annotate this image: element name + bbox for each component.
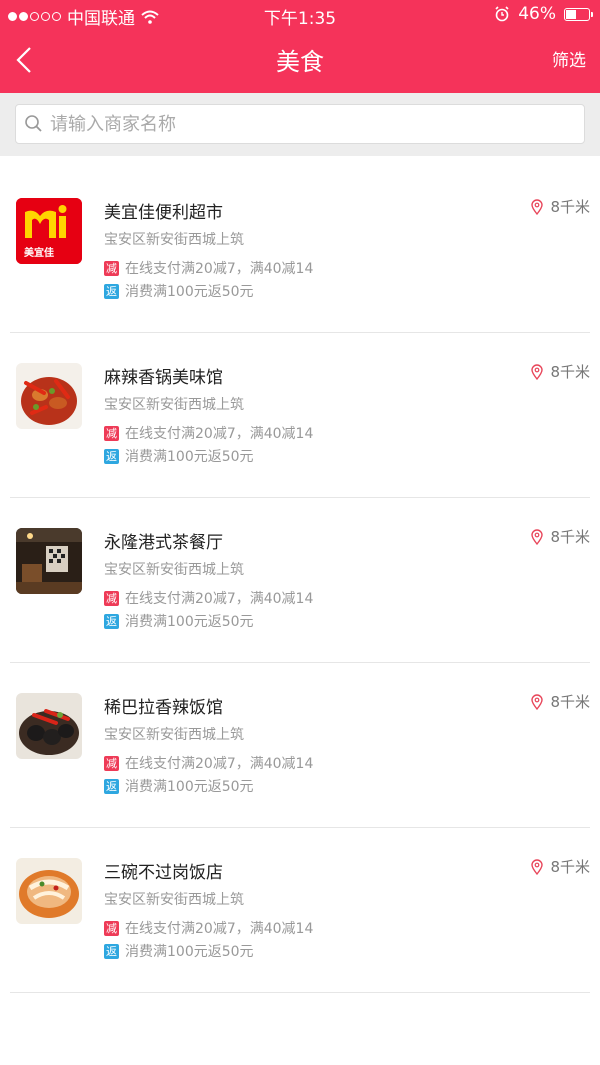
rebate-text: 消费满100元返50元: [125, 449, 254, 465]
discount-text: 在线支付满20减7，满40减14: [125, 261, 314, 277]
store-address: 宝安区新安街西城上筑: [104, 562, 244, 578]
store-address: 宝安区新安街西城上筑: [104, 892, 244, 908]
distance: 8千米: [530, 691, 590, 712]
discount-tag: 减: [104, 260, 119, 276]
distance: 8千米: [530, 196, 590, 217]
discount-row: 减 在线支付满20减7，满40减14: [104, 588, 313, 608]
rebate-tag: 返: [104, 943, 119, 959]
store-photo: [16, 528, 82, 594]
store-list: 美宜佳 美宜佳便利超市 宝安区新安街西城上筑 减 在线支付满20减7，满40减1…: [0, 168, 600, 993]
rebate-text: 消费满100元返50元: [125, 284, 254, 300]
discount-row: 减 在线支付满20减7，满40减14: [104, 918, 313, 938]
store-name: 永隆港式茶餐厅: [104, 533, 223, 553]
distance-text: 8千米: [550, 693, 590, 711]
store-address: 宝安区新安街西城上筑: [104, 232, 244, 248]
store-item[interactable]: 麻辣香锅美味馆 宝安区新安街西城上筑 减 在线支付满20减7，满40减14 返 …: [10, 333, 590, 498]
store-item[interactable]: 永隆港式茶餐厅 宝安区新安街西城上筑 减 在线支付满20减7，满40减14 返 …: [10, 498, 590, 663]
search-bar: [0, 93, 600, 156]
store-item[interactable]: 美宜佳 美宜佳便利超市 宝安区新安街西城上筑 减 在线支付满20减7，满40减1…: [10, 168, 590, 333]
discount-row: 减 在线支付满20减7，满40减14: [104, 423, 313, 443]
distance-text: 8千米: [550, 363, 590, 381]
search-icon: [25, 115, 42, 132]
store-name: 三碗不过岗饭店: [104, 863, 223, 883]
search-input[interactable]: [48, 112, 552, 136]
discount-tag: 减: [104, 920, 119, 936]
top-bar: 中国联通 下午1:35 46% 美食 筛选: [0, 0, 600, 93]
distance-text: 8千米: [550, 858, 590, 876]
rebate-tag: 返: [104, 778, 119, 794]
distance-text: 8千米: [550, 198, 590, 216]
store-photo: [16, 363, 82, 429]
location-pin-icon: [531, 693, 544, 710]
discount-tag: 减: [104, 425, 119, 441]
search-box[interactable]: [15, 104, 585, 144]
rebate-text: 消费满100元返50元: [125, 944, 254, 960]
distance: 8千米: [530, 526, 590, 547]
store-name: 稀巴拉香辣饭馆: [104, 698, 223, 718]
distance: 8千米: [530, 361, 590, 382]
store-item[interactable]: 稀巴拉香辣饭馆 宝安区新安街西城上筑 减 在线支付满20减7，满40减14 返 …: [10, 663, 590, 828]
store-item[interactable]: 三碗不过岗饭店 宝安区新安街西城上筑 减 在线支付满20减7，满40减14 返 …: [10, 828, 590, 993]
rebate-text: 消费满100元返50元: [125, 779, 254, 795]
status-bar: 中国联通 下午1:35 46%: [0, 0, 600, 30]
discount-row: 减 在线支付满20减7，满40减14: [104, 258, 313, 278]
store-logo: 美宜佳: [16, 198, 82, 264]
battery-icon: [564, 7, 593, 21]
location-pin-icon: [531, 198, 544, 215]
rebate-row: 返 消费满100元返50元: [104, 446, 254, 466]
discount-row: 减 在线支付满20减7，满40减14: [104, 753, 313, 773]
store-name: 麻辣香锅美味馆: [104, 368, 223, 388]
rebate-tag: 返: [104, 448, 119, 464]
location-pin-icon: [531, 363, 544, 380]
discount-text: 在线支付满20减7，满40减14: [125, 426, 314, 442]
rebate-text: 消费满100元返50元: [125, 614, 254, 630]
location-pin-icon: [531, 858, 544, 875]
battery-percent: 46%: [518, 4, 556, 24]
nav-bar: 美食 筛选: [0, 30, 600, 93]
store-photo: [16, 858, 82, 924]
rebate-row: 返 消费满100元返50元: [104, 281, 254, 301]
store-name: 美宜佳便利超市: [104, 203, 223, 223]
rebate-tag: 返: [104, 283, 119, 299]
page-title: 美食: [276, 48, 324, 76]
store-photo: [16, 693, 82, 759]
store-address: 宝安区新安街西城上筑: [104, 397, 244, 413]
rebate-row: 返 消费满100元返50元: [104, 776, 254, 796]
location-pin-icon: [531, 528, 544, 545]
discount-tag: 减: [104, 755, 119, 771]
discount-text: 在线支付满20减7，满40减14: [125, 591, 314, 607]
status-right: 46%: [494, 4, 593, 24]
discount-tag: 减: [104, 590, 119, 606]
rebate-tag: 返: [104, 613, 119, 629]
discount-text: 在线支付满20减7，满40减14: [125, 921, 314, 937]
store-logo-text: 美宜佳: [24, 248, 54, 259]
discount-text: 在线支付满20减7，满40减14: [125, 756, 314, 772]
filter-button[interactable]: 筛选: [552, 46, 586, 71]
rebate-row: 返 消费满100元返50元: [104, 611, 254, 631]
distance-text: 8千米: [550, 528, 590, 546]
distance: 8千米: [530, 856, 590, 877]
rebate-row: 返 消费满100元返50元: [104, 941, 254, 961]
store-address: 宝安区新安街西城上筑: [104, 727, 244, 743]
alarm-icon: [495, 6, 509, 22]
